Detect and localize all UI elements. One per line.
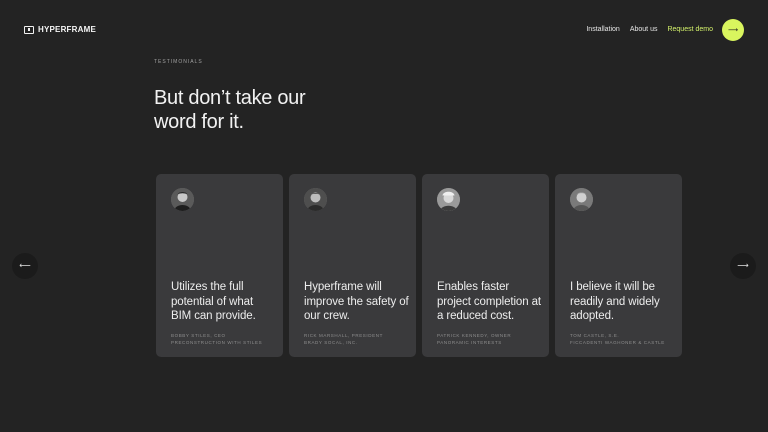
testimonial-author: PATRICK KENNEDY, OWNER PANORAMIC INTERES… [437, 332, 545, 346]
section-eyebrow: TESTIMONIALS [154, 59, 203, 65]
author-name: BOBBY STILES, CEO [171, 333, 226, 338]
nav-link-about-us[interactable]: About us [630, 19, 658, 41]
site-header: HYPERFRAME Installation About us Request… [0, 0, 768, 60]
testimonial-card: Hyperframe will improve the safety of ou… [289, 174, 416, 357]
arrow-left-icon: ⟵ [19, 261, 31, 270]
logo-mark-icon [24, 25, 34, 34]
brand-logo[interactable]: HYPERFRAME [24, 25, 96, 34]
testimonial-author: BOBBY STILES, CEO PRECONSTRUCTION WITH S… [171, 332, 279, 346]
author-name: PATRICK KENNEDY, OWNER [437, 333, 512, 338]
author-company: BRADY SOCAL, INC. [304, 340, 358, 345]
testimonial-card: Enables faster project completion at a r… [422, 174, 549, 357]
testimonial-cards: Utilizes the full potential of what BIM … [156, 174, 682, 357]
headline-line-1: But don’t take our [154, 87, 306, 109]
arrow-right-icon: ⟶ [737, 261, 749, 270]
testimonial-quote: Utilizes the full potential of what BIM … [171, 281, 256, 322]
testimonial-card: I believe it will be readily and widely … [555, 174, 682, 357]
testimonial-author: TOM CASTLE, S.E. FICCADENTI WAGHONER & C… [570, 332, 678, 346]
avatar [437, 188, 460, 211]
avatar [304, 188, 327, 211]
testimonial-quote: Hyperframe will improve the safety of ou… [304, 281, 409, 322]
headline-line-2: word for it. [154, 111, 244, 133]
testimonial-quote: I believe it will be readily and widely … [570, 281, 660, 322]
author-company: FICCADENTI WAGHONER & CASTLE [570, 340, 665, 345]
carousel-prev-button[interactable]: ⟵ [12, 253, 38, 279]
testimonial-quote: Enables faster project completion at a r… [437, 281, 542, 322]
main-nav: Installation About us Request demo ⟶ [576, 19, 744, 41]
author-company: PANORAMIC INTERESTS [437, 340, 502, 345]
testimonial-card: Utilizes the full potential of what BIM … [156, 174, 283, 357]
avatar [570, 188, 593, 211]
avatar [171, 188, 194, 211]
author-name: TOM CASTLE, S.E. [570, 333, 620, 338]
carousel-next-button[interactable]: ⟶ [730, 253, 756, 279]
author-company: PRECONSTRUCTION WITH STILES [171, 340, 263, 345]
testimonial-author: RICK MARSHALL, PRESIDENT BRADY SOCAL, IN… [304, 332, 412, 346]
nav-link-installation[interactable]: Installation [586, 19, 619, 41]
nav-link-request-demo[interactable]: Request demo [667, 19, 713, 41]
section-headline: But don’t take our word for it. [154, 86, 374, 134]
author-name: RICK MARSHALL, PRESIDENT [304, 333, 383, 338]
brand-name: HYPERFRAME [38, 25, 97, 34]
arrow-right-icon: ⟶ [727, 26, 739, 34]
request-demo-button[interactable]: ⟶ [722, 19, 744, 41]
